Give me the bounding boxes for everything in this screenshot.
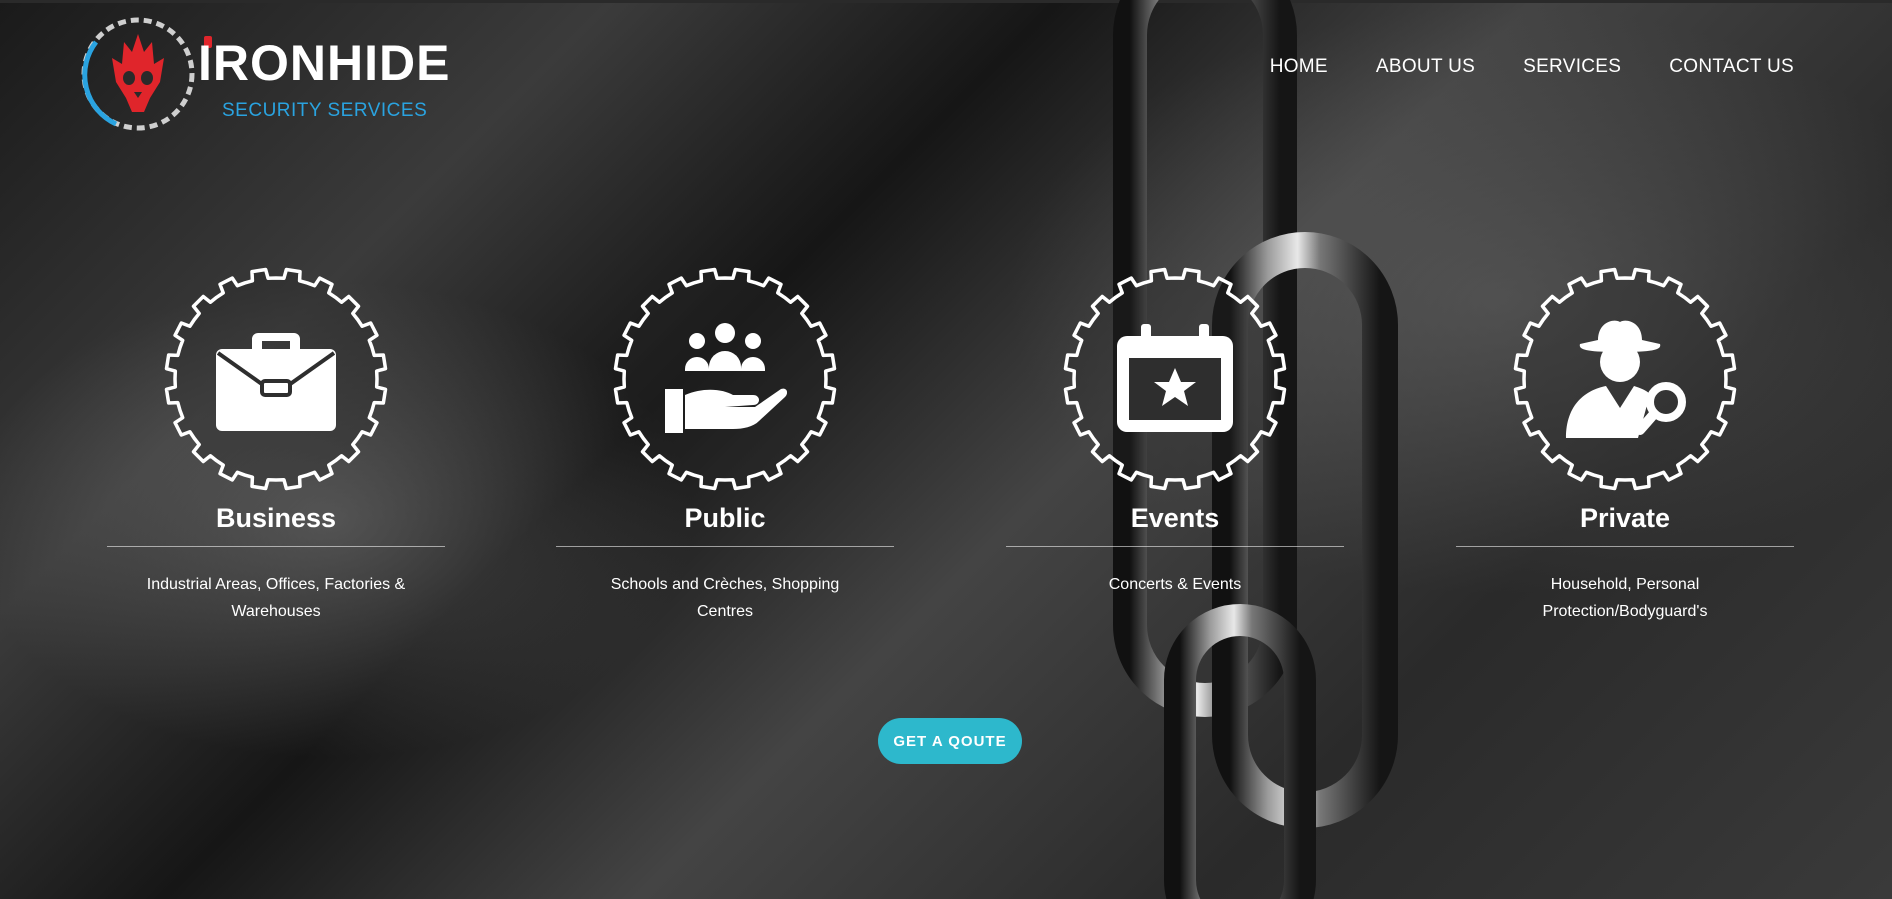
nav-contact-us[interactable]: CONTACT US [1669,56,1794,78]
service-card-public: Public Schools and Crèches, Shopping Cen… [556,264,894,625]
service-description: Concerts & Events [1108,576,1242,594]
divider [107,546,445,548]
service-badge [1060,264,1290,494]
service-title: Business [215,503,337,533]
service-title: Public [684,503,766,533]
people-hand-icon [665,323,787,433]
service-card-events: Events Concerts & Events [1006,264,1344,598]
divider [1006,546,1344,548]
detective-icon [1566,320,1686,438]
nav-services[interactable]: SERVICES [1523,56,1621,78]
service-card-business: Business Industrial Areas, Offices, Fact… [107,264,445,625]
service-description: Industrial Areas, Offices, Factories & W… [146,576,406,621]
calendar-star-icon [1117,324,1233,432]
get-quote-button[interactable]: GET A QOUTE [878,718,1022,764]
main-nav: HOME ABOUT US SERVICES CONTACT US [1222,56,1794,78]
nav-home[interactable]: HOME [1270,56,1328,78]
service-description: Schools and Crèches, Shopping Centres [610,576,840,621]
divider [1456,546,1794,548]
briefcase-icon [216,333,336,431]
brand-logo[interactable]: IRONHIDE SECURITY SERVICES [76,12,449,140]
service-description: Household, Personal Protection/Bodyguard… [1542,576,1708,621]
nav-about-us[interactable]: ABOUT US [1376,56,1475,78]
service-badge [610,264,840,494]
brand-name: IRONHIDE [198,35,451,91]
service-card-private: Private Household, Personal Protection/B… [1456,264,1794,625]
service-title: Events [1130,503,1220,533]
skull-gear-icon [81,17,195,131]
service-title: Private [1579,503,1671,533]
brand-subtitle: SECURITY SERVICES [222,100,428,121]
divider [556,546,894,548]
service-badge [161,264,391,494]
service-badge [1510,264,1740,494]
top-border [0,0,1892,3]
